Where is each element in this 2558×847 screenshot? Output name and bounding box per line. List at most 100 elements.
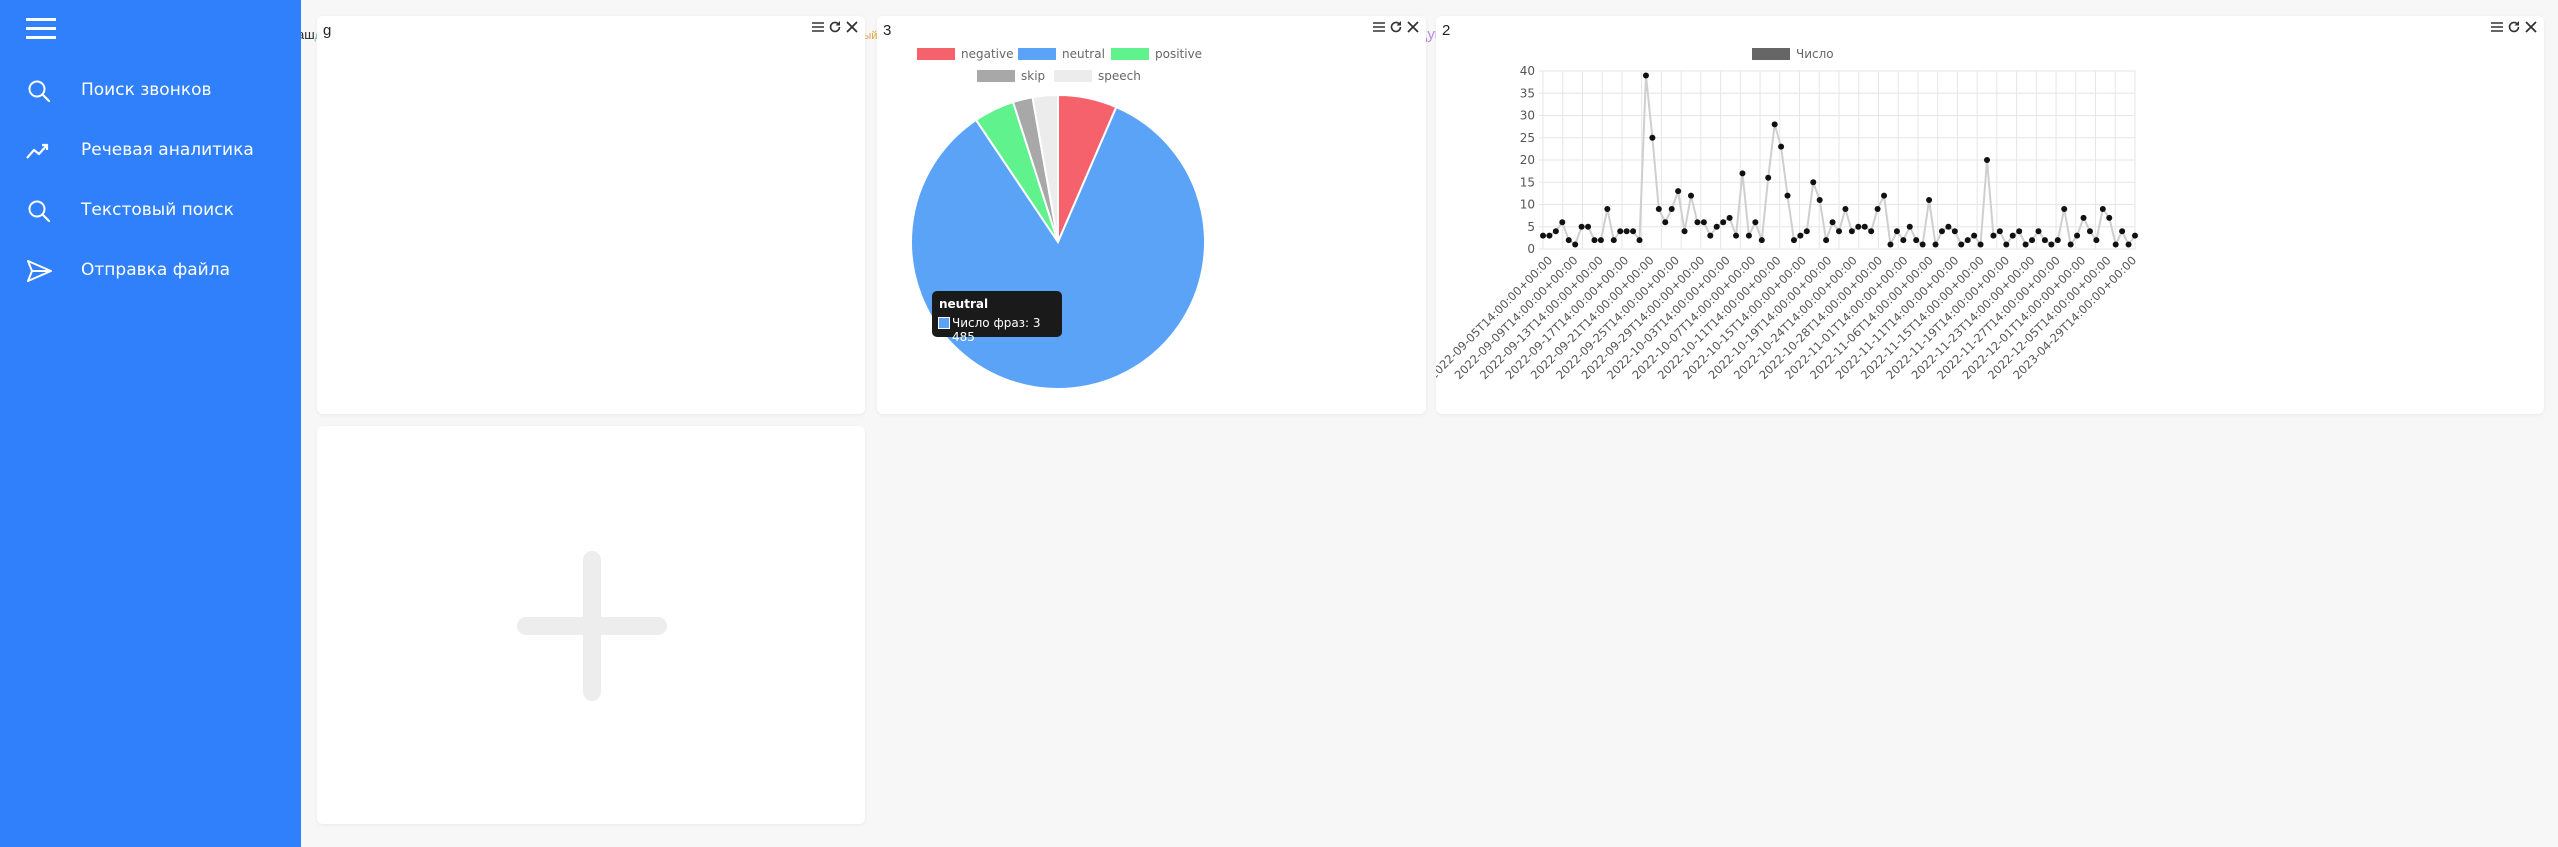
data-point[interactable]	[1977, 241, 1984, 248]
data-point[interactable]	[1797, 232, 1804, 239]
data-point[interactable]	[1984, 157, 1990, 163]
data-point[interactable]	[1868, 228, 1875, 235]
data-point[interactable]	[1836, 228, 1842, 235]
data-point[interactable]	[1900, 237, 1907, 244]
data-point[interactable]	[1636, 237, 1643, 244]
data-point[interactable]	[1881, 192, 1888, 199]
data-point[interactable]	[1765, 174, 1772, 181]
data-point[interactable]	[1585, 223, 1592, 230]
data-point[interactable]	[2035, 228, 2042, 235]
data-point[interactable]	[2022, 241, 2029, 248]
data-point[interactable]	[1540, 232, 1546, 239]
data-point[interactable]	[2029, 237, 2036, 244]
data-point[interactable]	[2119, 228, 2126, 235]
data-point[interactable]	[1855, 223, 1862, 230]
data-point[interactable]	[1565, 237, 1572, 244]
data-point[interactable]	[1848, 228, 1855, 235]
data-point[interactable]	[1610, 237, 1617, 244]
sidebar-item-speech-analytics[interactable]: Речевая аналитика	[0, 126, 301, 174]
menu-icon[interactable]	[811, 20, 825, 34]
data-point[interactable]	[2125, 241, 2132, 248]
data-point[interactable]	[1700, 219, 1707, 226]
add-widget-button[interactable]	[317, 426, 865, 824]
data-point[interactable]	[2009, 232, 2016, 239]
data-point[interactable]	[1681, 228, 1688, 235]
close-icon[interactable]	[845, 20, 859, 34]
sidebar-item-text-search[interactable]: Текстовый поиск	[0, 186, 301, 234]
data-point[interactable]	[2061, 205, 2068, 212]
data-point[interactable]	[1990, 232, 1997, 239]
data-point[interactable]	[1926, 197, 1933, 204]
data-point[interactable]	[1945, 223, 1952, 230]
data-point[interactable]	[2048, 241, 2055, 248]
data-point[interactable]	[2067, 241, 2074, 248]
data-point[interactable]	[1919, 241, 1926, 248]
data-point[interactable]	[1951, 228, 1958, 235]
data-point[interactable]	[1906, 223, 1913, 230]
data-point[interactable]	[1688, 192, 1694, 199]
data-point[interactable]	[1778, 143, 1785, 150]
data-point[interactable]	[1874, 205, 1881, 212]
data-point[interactable]	[1996, 228, 2003, 235]
data-point[interactable]	[1893, 228, 1900, 235]
data-point[interactable]	[1707, 232, 1714, 239]
data-point[interactable]	[1771, 121, 1778, 128]
data-point[interactable]	[1913, 237, 1920, 244]
data-point[interactable]	[2041, 237, 2048, 244]
data-point[interactable]	[1726, 214, 1733, 221]
data-point[interactable]	[1733, 232, 1740, 239]
data-point[interactable]	[1816, 197, 1823, 204]
data-point[interactable]	[2099, 205, 2106, 212]
data-point[interactable]	[1546, 232, 1553, 239]
data-point[interactable]	[1784, 192, 1791, 199]
data-point[interactable]	[1938, 228, 1945, 235]
data-point[interactable]	[1932, 241, 1939, 248]
data-point[interactable]	[1713, 223, 1720, 230]
data-point[interactable]	[1662, 219, 1669, 226]
data-point[interactable]	[1720, 219, 1727, 226]
data-point[interactable]	[2106, 214, 2113, 221]
data-point[interactable]	[1649, 134, 1656, 141]
data-point[interactable]	[1597, 237, 1604, 244]
data-point[interactable]	[1861, 223, 1868, 230]
data-point[interactable]	[1623, 228, 1630, 235]
data-point[interactable]	[1739, 170, 1746, 177]
data-point[interactable]	[1823, 237, 1830, 244]
data-point[interactable]	[1642, 72, 1649, 79]
data-point[interactable]	[2112, 241, 2119, 248]
data-point[interactable]	[1617, 228, 1624, 235]
data-point[interactable]	[1559, 219, 1566, 226]
data-point[interactable]	[2074, 232, 2081, 239]
data-point[interactable]	[1668, 205, 1675, 212]
menu-icon[interactable]	[26, 18, 56, 40]
data-point[interactable]	[1971, 232, 1978, 239]
data-point[interactable]	[1578, 223, 1585, 230]
data-point[interactable]	[1758, 237, 1765, 244]
data-point[interactable]	[1887, 241, 1894, 248]
data-point[interactable]	[2003, 241, 2010, 248]
data-point[interactable]	[1675, 188, 1682, 195]
data-point[interactable]	[1745, 232, 1752, 239]
data-point[interactable]	[1829, 219, 1836, 226]
data-point[interactable]	[2132, 232, 2138, 239]
data-point[interactable]	[2093, 237, 2100, 244]
refresh-icon[interactable]	[828, 20, 842, 34]
data-point[interactable]	[2080, 214, 2087, 221]
data-point[interactable]	[1591, 237, 1598, 244]
data-point[interactable]	[2086, 228, 2093, 235]
data-point[interactable]	[1790, 237, 1797, 244]
data-point[interactable]	[1655, 205, 1662, 212]
sidebar-item-call-search[interactable]: Поиск звонков	[0, 66, 301, 114]
data-point[interactable]	[1752, 219, 1759, 226]
data-point[interactable]	[2054, 237, 2061, 244]
data-point[interactable]	[1803, 228, 1810, 235]
data-point[interactable]	[1630, 228, 1637, 235]
data-point[interactable]	[1958, 241, 1965, 248]
data-point[interactable]	[1842, 205, 1849, 212]
data-point[interactable]	[1552, 228, 1559, 235]
data-point[interactable]	[2016, 228, 2023, 235]
data-point[interactable]	[1810, 179, 1817, 186]
data-point[interactable]	[1604, 205, 1611, 212]
sidebar-item-file-upload[interactable]: Отправка файла	[0, 246, 301, 294]
data-point[interactable]	[1572, 241, 1579, 248]
